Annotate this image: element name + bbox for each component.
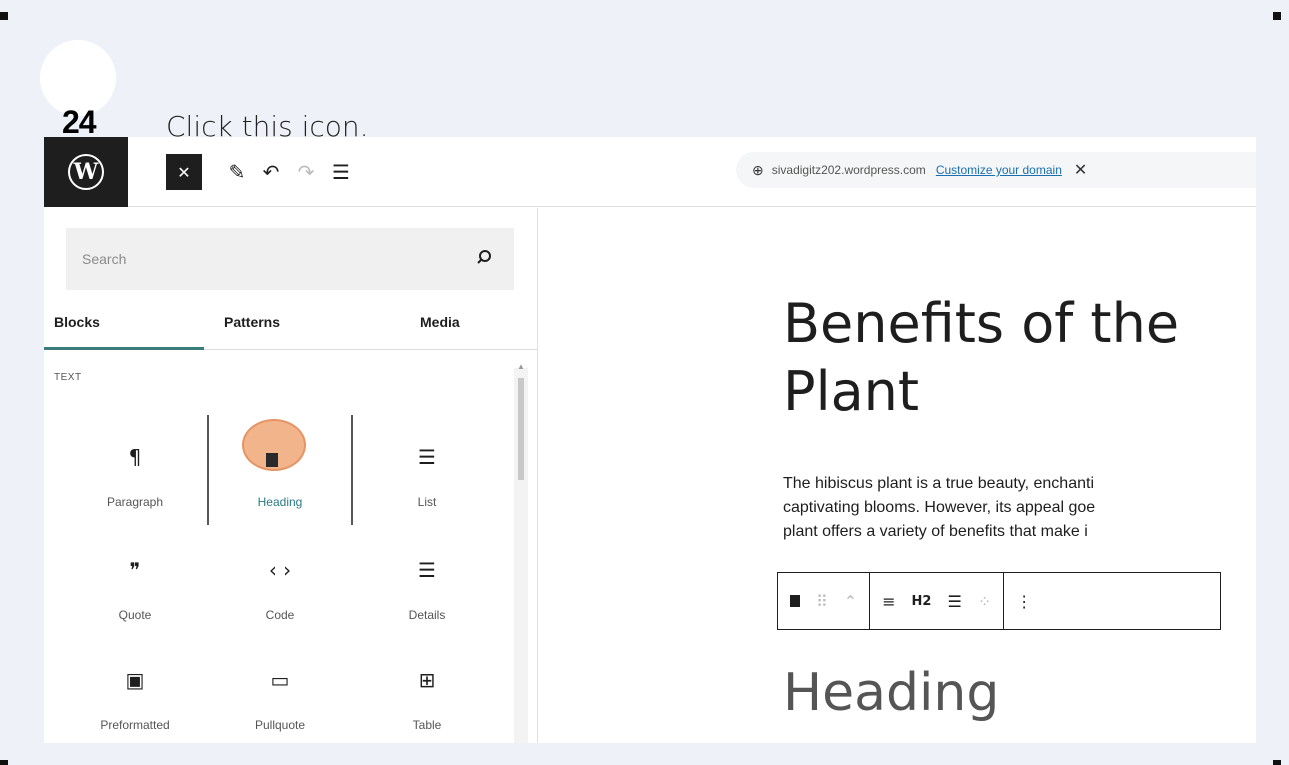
pullquote-icon: ▭ — [270, 668, 290, 692]
editor-canvas: Benefits of the Plant The hibiscus plant… — [539, 208, 1256, 743]
site-url: sivadigitz202.wordpress.com — [771, 163, 926, 177]
post-title[interactable]: Benefits of the Plant — [783, 290, 1243, 426]
block-table[interactable]: ⊞ Table — [354, 638, 500, 743]
block-label: Code — [265, 608, 295, 622]
wordpress-icon: W — [68, 154, 104, 190]
table-icon: ⊞ — [418, 668, 436, 692]
block-toolbar: ⠿ ⌃ ≡ H2 ☰ ⁘ ⋮ — [777, 572, 1221, 630]
block-label: Paragraph — [106, 495, 164, 509]
align-icon[interactable]: ≡ — [882, 592, 895, 611]
block-pullquote[interactable]: ▭ Pullquote — [207, 638, 353, 743]
top-toolbar: W ✕ ✎ ↶ ↷ ☰ ⊕ sivadigitz202.wordpress.co… — [44, 137, 1256, 207]
code-icon: ‹ › — [268, 558, 292, 582]
block-inserter-panel: Search Blocks Patterns Media TEXT ¶ Para… — [44, 208, 538, 743]
preformatted-icon: ▣ — [125, 668, 145, 692]
text-align-icon[interactable]: ☰ — [947, 592, 961, 611]
toolbar-group-format: ≡ H2 ☰ ⁘ — [870, 573, 1005, 629]
paragraph-line: captivating blooms. However, its appeal … — [783, 499, 1096, 516]
tab-blocks[interactable]: Blocks — [54, 314, 100, 330]
dismiss-banner-icon[interactable]: ✕ — [1074, 160, 1087, 180]
options-icon[interactable]: ⋮ — [1016, 592, 1032, 611]
toolbar-group-block: ⠿ ⌃ — [778, 573, 871, 629]
heading-block-icon[interactable] — [790, 595, 800, 607]
scroll-up-icon: ▲ — [517, 362, 525, 371]
frame-corner — [0, 760, 8, 765]
block-preformatted[interactable]: ▣ Preformatted — [62, 638, 208, 743]
frame-corner — [1273, 760, 1281, 765]
title-line: Plant — [783, 360, 920, 423]
block-code[interactable]: ‹ › Code — [207, 528, 353, 638]
globe-icon: ⊕ — [752, 161, 764, 178]
block-label: Quote — [118, 608, 152, 622]
quote-icon: ❞ — [129, 558, 141, 582]
close-inserter-button[interactable]: ✕ — [166, 154, 202, 190]
tab-patterns[interactable]: Patterns — [224, 314, 280, 330]
search-icon — [476, 249, 492, 270]
category-heading: TEXT — [54, 372, 82, 383]
search-placeholder: Search — [82, 251, 127, 267]
block-heading[interactable]: Heading — [207, 415, 353, 525]
block-label: Heading — [257, 495, 303, 509]
active-tab-indicator — [44, 347, 204, 350]
block-label: Pullquote — [254, 718, 306, 732]
details-icon: ☰ — [418, 558, 436, 582]
paragraph-icon: ¶ — [128, 445, 142, 469]
block-label: Preformatted — [100, 718, 170, 732]
block-list[interactable]: ☰ List — [354, 415, 500, 525]
title-line: Benefits of the — [783, 292, 1180, 355]
paragraph-block[interactable]: The hibiscus plant is a true beauty, enc… — [783, 472, 1256, 544]
move-updown-icon[interactable]: ⌃ — [844, 592, 857, 611]
heading-level-button[interactable]: H2 — [912, 594, 932, 609]
list-view-icon[interactable]: ☰ — [324, 155, 358, 189]
paragraph-line: The hibiscus plant is a true beauty, enc… — [783, 475, 1094, 492]
step-number: 24 — [62, 104, 97, 140]
domain-banner: ⊕ sivadigitz202.wordpress.com Customize … — [736, 152, 1256, 188]
panel-scrollbar[interactable]: ▲ — [514, 362, 528, 743]
redo-icon[interactable]: ↷ — [289, 155, 323, 189]
undo-icon[interactable]: ↶ — [254, 155, 288, 189]
more-rich-text-icon[interactable]: ⁘ — [978, 592, 991, 611]
block-quote[interactable]: ❞ Quote — [62, 528, 208, 638]
wordpress-logo-button[interactable]: W — [44, 137, 128, 207]
frame-corner — [1273, 12, 1281, 20]
tab-media[interactable]: Media — [420, 314, 460, 330]
customize-domain-link[interactable]: Customize your domain — [936, 163, 1062, 177]
block-search-field[interactable]: Search — [66, 228, 514, 290]
block-label: Details — [408, 608, 446, 622]
block-label: Table — [412, 718, 442, 732]
pencil-icon[interactable]: ✎ — [220, 155, 254, 189]
frame-corner — [0, 12, 8, 20]
block-label: List — [417, 495, 437, 509]
paragraph-line: plant offers a variety of benefits that … — [783, 523, 1088, 540]
block-paragraph[interactable]: ¶ Paragraph — [62, 415, 208, 525]
toolbar-group-options: ⋮ — [1004, 573, 1044, 629]
inserter-tabs: Blocks Patterns Media — [44, 304, 538, 350]
scrollbar-thumb[interactable] — [518, 378, 524, 480]
editor-app: W ✕ ✎ ↶ ↷ ☰ ⊕ sivadigitz202.wordpress.co… — [44, 137, 1256, 743]
block-details[interactable]: ☰ Details — [354, 528, 500, 638]
drag-handle-icon[interactable]: ⠿ — [816, 592, 828, 611]
list-icon: ☰ — [418, 445, 436, 469]
heading-placeholder[interactable]: Heading — [783, 663, 999, 723]
heading-bookmark-icon — [266, 453, 278, 467]
